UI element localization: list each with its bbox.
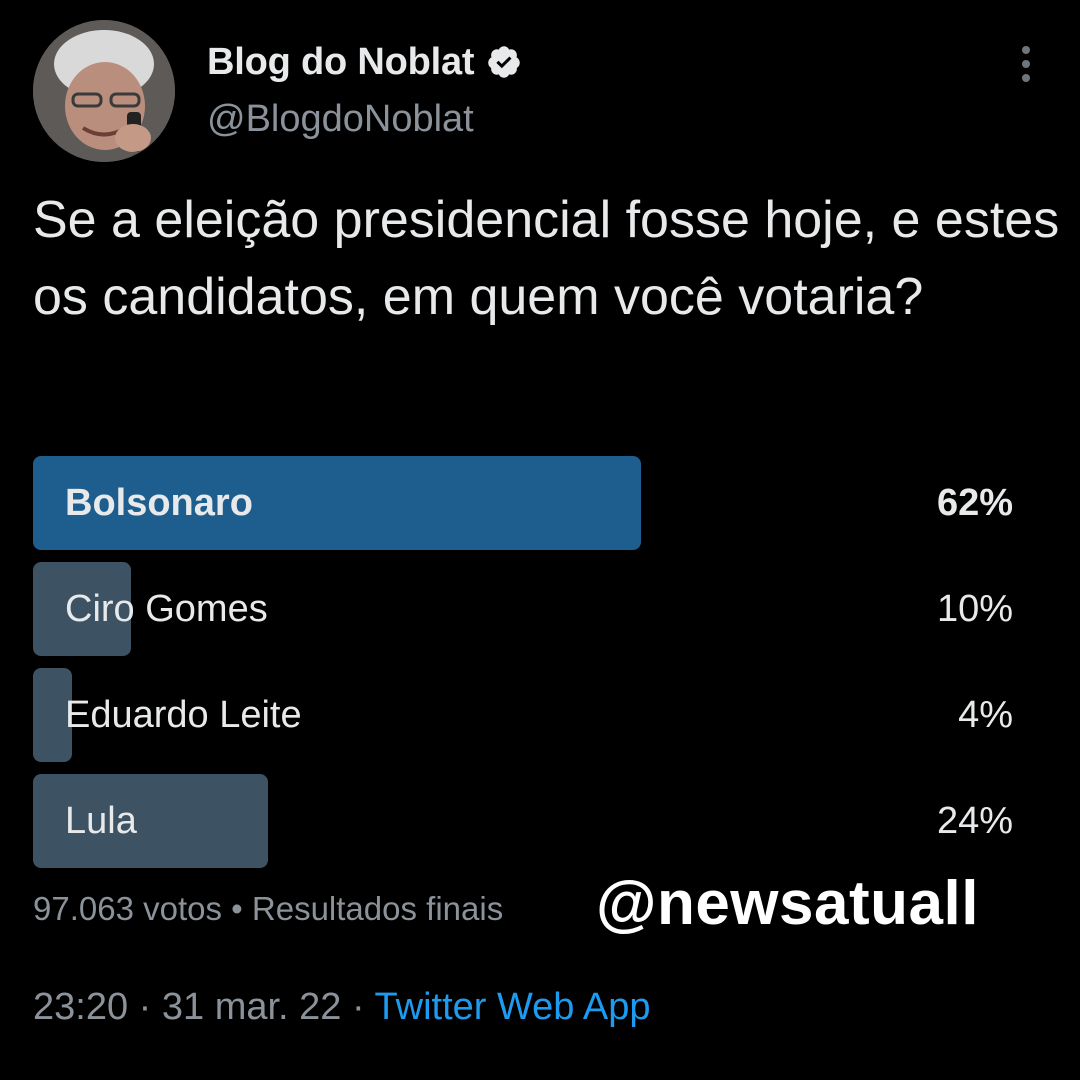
poll-option-ciro-gomes[interactable]: Ciro Gomes 10% [33, 562, 1013, 656]
poll-option-label: Lula [65, 800, 137, 842]
poll-vote-count: 97.063 votos [33, 890, 222, 927]
poll-option-percent: 10% [936, 588, 1013, 630]
poll-option-lula[interactable]: Lula 24% [33, 774, 1013, 868]
poll: Bolsonaro 62% Ciro Gomes 10% Eduardo Lei… [33, 456, 1013, 880]
separator-dot: · [138, 986, 152, 1028]
verified-badge-icon [486, 44, 522, 80]
avatar[interactable] [33, 20, 175, 162]
poll-option-eduardo-leite[interactable]: Eduardo Leite 4% [33, 668, 1013, 762]
poll-meta: 97.063 votos • Resultados finais [33, 890, 503, 928]
poll-option-label: Ciro Gomes [65, 588, 268, 630]
source-app-link[interactable]: Twitter Web App [375, 986, 651, 1028]
profile-photo [33, 20, 175, 162]
more-vertical-icon[interactable] [1014, 44, 1038, 84]
tweet-text: Se a eleição presidencial fosse hoje, e … [33, 191, 1060, 326]
tweet-time[interactable]: 23:20 [33, 986, 128, 1028]
watermark: @newsatuall [596, 869, 979, 938]
poll-option-bolsonaro[interactable]: Bolsonaro 62% [33, 456, 1013, 550]
poll-option-percent: 24% [936, 800, 1013, 842]
separator-dot: • [231, 890, 243, 927]
tweet-date[interactable]: 31 mar. 22 [162, 986, 342, 1028]
author-name-row[interactable]: Blog do Noblat [207, 38, 522, 86]
poll-option-percent: 4% [958, 694, 1013, 736]
separator-dot: · [352, 986, 365, 1028]
author-display-name[interactable]: Blog do Noblat [207, 41, 475, 84]
tweet-timestamp-row: 23:20 · 31 mar. 22 · Twitter Web App [33, 986, 651, 1029]
poll-option-percent: 62% [936, 482, 1013, 524]
poll-option-label: Eduardo Leite [65, 694, 302, 736]
poll-option-label: Bolsonaro [65, 482, 253, 524]
author-handle[interactable]: @BlogdoNoblat [207, 98, 474, 141]
poll-status: Resultados finais [251, 890, 504, 927]
